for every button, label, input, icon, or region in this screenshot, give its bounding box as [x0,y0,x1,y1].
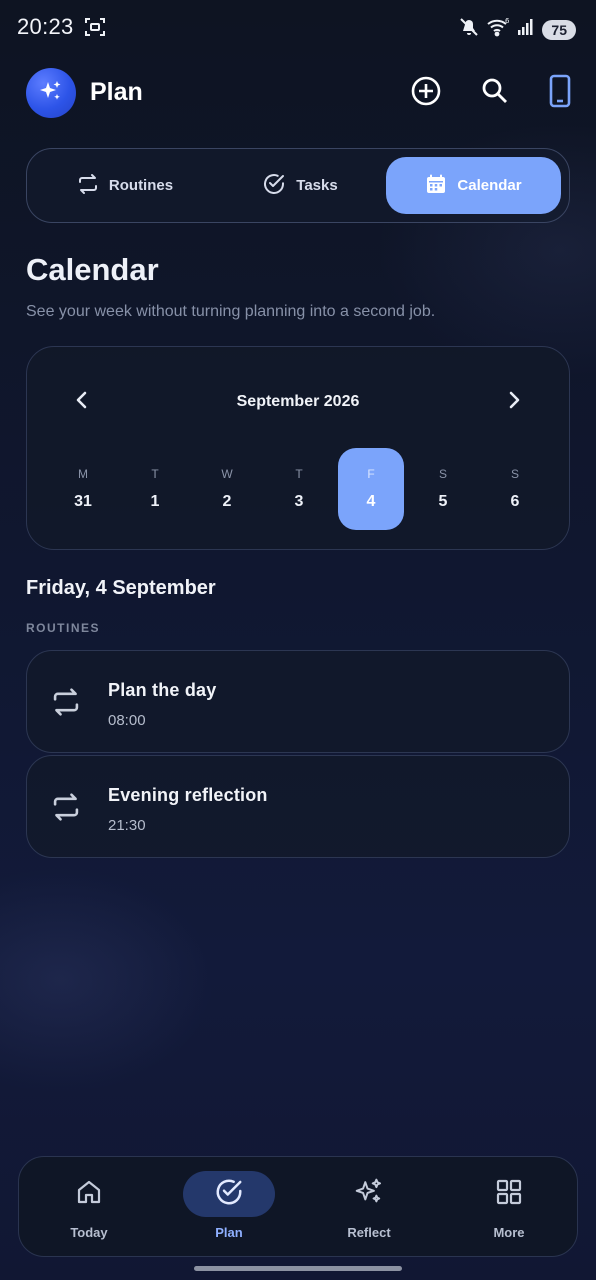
bottom-navigation: Today Plan Reflect More [18,1156,578,1257]
signal-icon [516,16,536,43]
nav-label: Today [70,1225,108,1240]
page-subtitle: See your week without turning planning i… [26,303,436,320]
nav-label: Plan [215,1225,243,1240]
day-letter: T [151,467,159,481]
day-letter: S [510,467,519,481]
add-button[interactable] [407,74,445,112]
repeat-icon [51,687,81,717]
calendar-day-selected[interactable]: F 4 [338,448,404,530]
calendar-day[interactable]: S 5 [410,448,476,530]
home-indicator[interactable] [194,1266,402,1271]
routine-card[interactable]: Evening reflection 21:30 [26,755,570,858]
device-button[interactable] [541,74,579,112]
routine-title: Plan the day [108,680,217,700]
routine-title: Evening reflection [108,785,268,805]
calendar-day[interactable]: W 2 [194,448,260,530]
calendar-month-label: September 2026 [236,393,360,410]
day-number: 6 [510,493,520,510]
tab-label: Tasks [296,177,338,194]
page-title-appbar: Plan [90,78,143,106]
repeat-icon [77,173,99,199]
tab-calendar[interactable]: Calendar [386,157,561,214]
wifi-icon: 6 [486,16,510,43]
phone-icon [548,74,572,113]
tab-label: Calendar [457,177,522,194]
add-circle-icon [410,75,442,112]
sparkles-icon [38,78,64,109]
plan-tabs: Routines Tasks Calendar [26,148,570,223]
day-number: 4 [366,493,376,510]
day-number: 1 [150,493,160,510]
day-number: 5 [438,493,448,510]
tab-label: Routines [108,177,174,194]
week-calendar: September 2026 M 31 T 1 W 2 T 3 F 4 S 5 … [26,346,570,550]
repeat-icon [51,792,81,822]
routines-section-label: ROUTINES [26,621,101,635]
day-number: 31 [74,493,92,510]
day-letter: S [438,467,447,481]
search-button[interactable] [476,74,514,112]
calendar-day[interactable]: T 1 [122,448,188,530]
routine-time: 21:30 [108,817,146,834]
calendar-day[interactable]: T 3 [266,448,332,530]
nav-item-today[interactable]: Today [19,1157,159,1258]
day-letter: W [221,467,233,481]
selected-date-heading: Friday, 4 September [26,577,216,599]
day-letter: F [367,467,375,481]
calendar-day[interactable]: S 6 [482,448,548,530]
search-icon [480,76,510,111]
tab-routines[interactable]: Routines [35,157,215,214]
day-number: 3 [294,493,304,510]
battery-indicator: 75 [542,19,576,40]
nav-label: Reflect [347,1225,391,1240]
routine-card[interactable]: Plan the day 08:00 [26,650,570,753]
nav-item-more[interactable]: More [439,1157,579,1258]
calendar-day[interactable]: M 31 [50,448,116,530]
check-circle-icon [262,172,286,200]
sparkles-icon [353,1176,385,1213]
nav-label: More [493,1225,525,1240]
screenshot-icon [84,16,106,38]
nav-item-reflect[interactable]: Reflect [299,1157,439,1258]
check-circle-icon [214,1177,244,1212]
status-bar: 20:23 6 75 [0,0,596,56]
home-icon [75,1178,103,1211]
chevron-right-icon [509,391,520,409]
day-letter: M [78,467,88,481]
day-number: 2 [222,493,232,510]
mute-icon [458,16,480,43]
routine-time: 08:00 [108,712,146,729]
app-logo [26,68,76,118]
page-title: Calendar [26,252,159,287]
svg-text:6: 6 [505,17,510,25]
day-letter: T [295,467,303,481]
next-week-button[interactable] [501,387,527,413]
status-time: 20:23 [17,14,74,39]
app-bar: Plan [0,68,596,118]
grid-icon [495,1178,523,1211]
calendar-icon [425,173,447,199]
nav-item-plan[interactable]: Plan [159,1157,299,1258]
tab-tasks[interactable]: Tasks [215,157,385,214]
